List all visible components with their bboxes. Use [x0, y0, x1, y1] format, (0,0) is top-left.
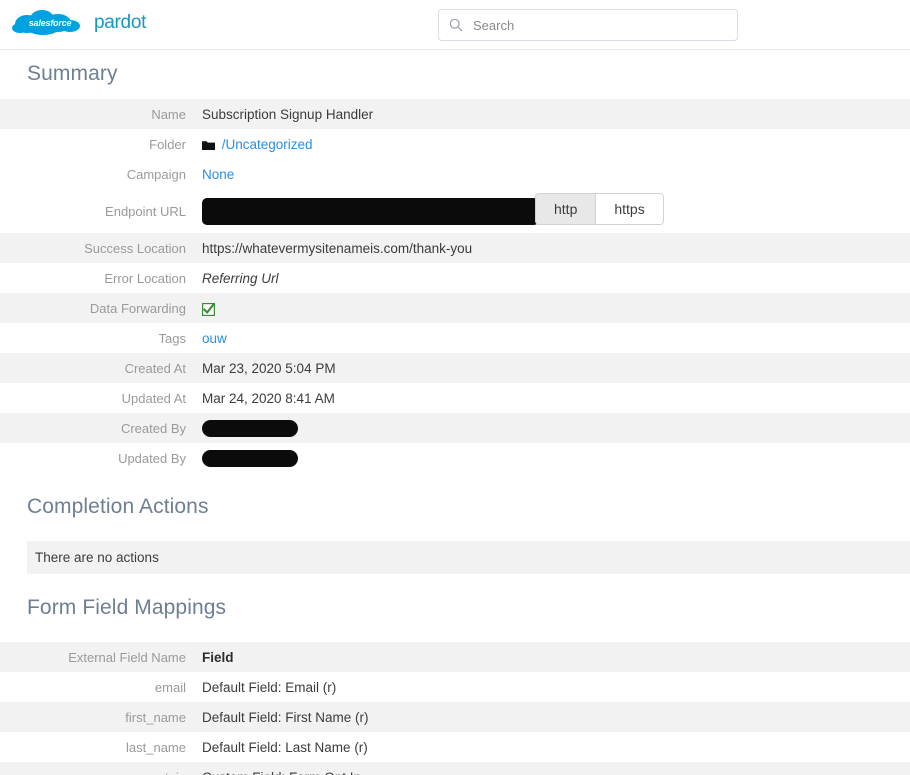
- row-label: last_name: [126, 739, 186, 755]
- row-label: Data Forwarding: [89, 300, 186, 316]
- row-label: first_name: [125, 709, 186, 725]
- protocol-http-button[interactable]: http: [536, 194, 596, 224]
- row-label: Updated At: [121, 390, 186, 406]
- summary-table: Name Subscription Signup Handler Folder …: [0, 99, 910, 473]
- row-value: ouw: [194, 323, 910, 353]
- folder-icon: [202, 140, 215, 150]
- salesforce-pardot-logo[interactable]: salesforce pardot: [12, 9, 146, 37]
- form-field-mappings-section-title: Form Field Mappings: [27, 596, 227, 619]
- row-value: https://whatevermysitenameis.com/thank-y…: [202, 240, 473, 256]
- table-row: opt_in Custom Field: Form Opt In: [0, 762, 910, 775]
- row-label: Name: [151, 106, 186, 122]
- table-row: Created By: [0, 413, 910, 443]
- search-input[interactable]: [471, 16, 727, 34]
- protocol-toggle-group[interactable]: http https: [535, 193, 664, 225]
- summary-section-title: Summary: [27, 62, 118, 85]
- row-label: Tags: [158, 330, 186, 346]
- row-label: Updated By: [118, 450, 186, 466]
- pardot-wordmark: pardot: [94, 12, 147, 33]
- table-row: Data Forwarding: [0, 293, 910, 323]
- checkbox-checked-icon: [202, 302, 215, 316]
- row-label: Folder: [149, 136, 186, 152]
- row-value: /Uncategorized: [194, 129, 910, 159]
- table-row: Campaign None: [0, 159, 910, 189]
- table-row: Name Subscription Signup Handler: [0, 99, 910, 129]
- row-value: [194, 413, 910, 443]
- table-row: last_name Default Field: Last Name (r): [0, 732, 910, 762]
- row-value: Default Field: First Name (r): [202, 709, 369, 725]
- row-label: Success Location: [84, 240, 186, 256]
- row-label: Campaign: [126, 166, 186, 182]
- row-label: Endpoint URL: [105, 203, 186, 219]
- tag-link[interactable]: ouw: [202, 331, 227, 346]
- row-value: Mar 24, 2020 8:41 AM: [202, 390, 335, 406]
- protocol-https-button[interactable]: https: [595, 194, 663, 224]
- row-value: None: [194, 159, 910, 189]
- completion-actions-section-title: Completion Actions: [27, 495, 209, 518]
- table-row: Updated At Mar 24, 2020 8:41 AM: [0, 383, 910, 413]
- table-row: Error Location Referring Url: [0, 263, 910, 293]
- row-label: opt_in: [0, 762, 194, 775]
- table-row-endpoint-url: Endpoint URL http https: [0, 189, 910, 233]
- search-icon: [449, 18, 463, 32]
- table-row: first_name Default Field: First Name (r): [0, 702, 910, 732]
- row-value: Default Field: Email (r): [202, 679, 337, 695]
- row-value: [194, 293, 910, 323]
- page-content: Summary Name Subscription Signup Handler…: [0, 50, 910, 775]
- table-row: Created At Mar 23, 2020 5:04 PM: [0, 353, 910, 383]
- row-value: Custom Field: Form Opt In: [194, 762, 910, 775]
- row-value: Default Field: Last Name (r): [202, 739, 368, 755]
- row-value: http https: [194, 189, 910, 233]
- folder-link[interactable]: /Uncategorized: [222, 137, 313, 152]
- redacted-updated-by: [202, 449, 298, 467]
- search-box[interactable]: [438, 9, 738, 41]
- table-header-row: External Field Name Field: [0, 642, 910, 672]
- redacted-created-by: [202, 419, 298, 437]
- row-label: Error Location: [104, 270, 186, 286]
- table-row: Updated By: [0, 443, 910, 473]
- table-row: email Default Field: Email (r): [0, 672, 910, 702]
- row-value: [194, 443, 910, 473]
- row-value: Mar 23, 2020 5:04 PM: [202, 360, 336, 376]
- campaign-link[interactable]: None: [202, 167, 234, 182]
- salesforce-cloud-icon: salesforce: [12, 10, 88, 36]
- redacted-endpoint-url: [202, 197, 539, 225]
- app-header: salesforce pardot: [0, 0, 910, 50]
- table-row: Tags ouw: [0, 323, 910, 353]
- row-label: Created At: [124, 360, 186, 376]
- row-value: Subscription Signup Handler: [202, 106, 374, 122]
- row-label: email: [154, 679, 186, 695]
- table-row: Success Location https://whatevermysiten…: [0, 233, 910, 263]
- row-label: Created By: [120, 420, 186, 436]
- table-row: Folder /Uncategorized: [0, 129, 910, 159]
- completion-actions-empty-message: There are no actions: [27, 541, 910, 574]
- row-value: Referring Url: [202, 270, 279, 286]
- salesforce-wordmark: salesforce: [28, 17, 72, 28]
- form-field-mappings-table: External Field Name Field email Default …: [0, 642, 910, 775]
- column-header-field: Field: [202, 649, 234, 665]
- column-header-external-field-name: External Field Name: [68, 649, 186, 665]
